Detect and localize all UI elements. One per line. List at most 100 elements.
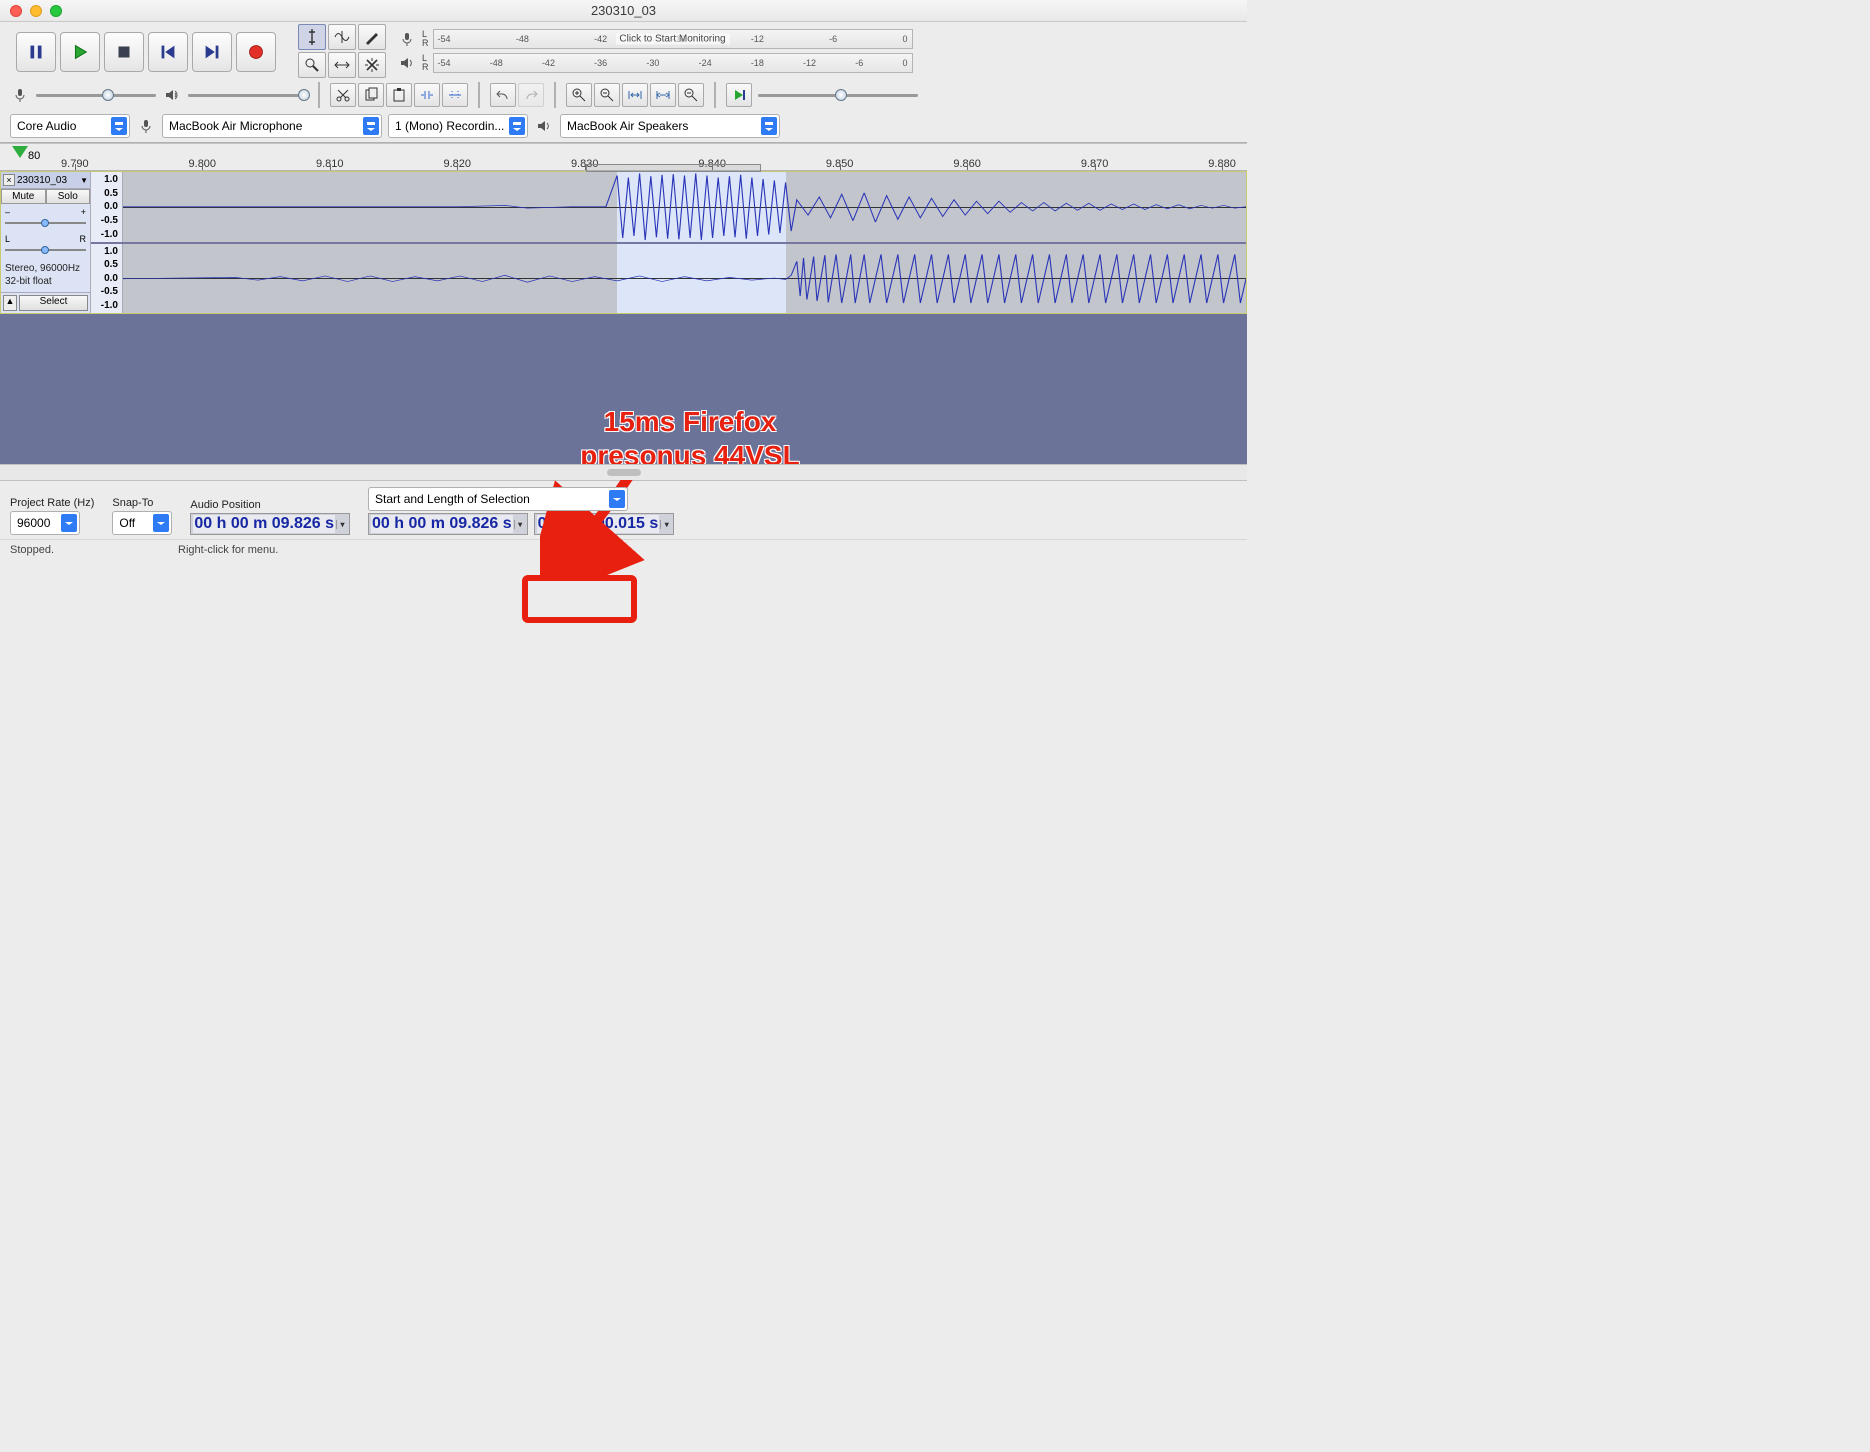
skip-end-button[interactable] <box>192 32 232 72</box>
selection-start-field[interactable]: 00 h 00 m 09.826 s▾ <box>368 513 528 535</box>
pause-button[interactable] <box>16 32 56 72</box>
track-format-info: Stereo, 96000Hz 32-bit float <box>1 258 90 292</box>
audio-host-select[interactable]: Core Audio <box>10 114 130 138</box>
waveform-right <box>123 244 1246 314</box>
amplitude-scale: 1.00.50.0-0.5-1.0 <box>91 244 123 314</box>
timeshift-tool[interactable] <box>328 52 356 78</box>
snap-to-select[interactable]: Off <box>112 511 172 535</box>
speaker-meter-icon <box>396 52 418 74</box>
playback-volume-slider[interactable] <box>188 86 308 104</box>
recording-channels-select[interactable]: 1 (Mono) Recordin... <box>388 114 528 138</box>
playback-meter[interactable]: -54 -48 -42 -36 -30 -24 -18 -12 -6 0 <box>433 53 913 73</box>
meter-tick: -36 <box>594 58 607 68</box>
pan-slider[interactable] <box>5 245 86 255</box>
zoom-in-button[interactable] <box>566 83 592 107</box>
track-control-panel[interactable]: × 230310_03 ▼ Mute Solo – + L R Stereo, 96… <box>1 172 91 313</box>
play-button[interactable] <box>60 32 100 72</box>
zoom-out-button[interactable] <box>594 83 620 107</box>
horizontal-scrollbar[interactable] <box>0 464 1247 480</box>
annotation-text: 15ms Firefox presonus 44VSL <box>500 405 880 473</box>
gain-minus-label: – <box>5 207 10 217</box>
speaker-lr-label: LR <box>422 54 429 72</box>
gain-slider[interactable] <box>5 218 86 228</box>
mic-lr-label: LR <box>422 30 429 48</box>
playback-speed-slider[interactable] <box>758 86 918 104</box>
draw-tool[interactable] <box>358 24 386 50</box>
paste-button[interactable] <box>386 83 412 107</box>
meter-tick: -48 <box>516 34 529 44</box>
skip-start-button[interactable] <box>148 32 188 72</box>
redo-button[interactable] <box>518 83 544 107</box>
status-text: Stopped. <box>10 544 54 556</box>
playback-device-select[interactable]: MacBook Air Speakers <box>560 114 780 138</box>
snap-to-value: Off <box>119 516 135 530</box>
recording-volume-slider[interactable] <box>36 86 156 104</box>
audio-position-label: Audio Position <box>190 499 350 511</box>
meter-tick: -18 <box>751 58 764 68</box>
playback-device-label: MacBook Air Speakers <box>567 119 688 133</box>
click-to-monitor[interactable]: Click to Start Monitoring <box>615 34 729 45</box>
silence-button[interactable] <box>442 83 468 107</box>
meter-tick: 0 <box>902 58 907 68</box>
play-at-speed-button[interactable] <box>726 83 752 107</box>
recording-device-select[interactable]: MacBook Air Microphone <box>162 114 382 138</box>
mic-meter-icon <box>396 28 418 50</box>
track-menu-icon[interactable]: ▼ <box>80 176 88 185</box>
window-title: 230310_03 <box>0 3 1247 18</box>
collapse-button[interactable]: ▲ <box>3 295 17 311</box>
pan-right-label: R <box>80 234 87 244</box>
zoom-toggle-button[interactable] <box>678 83 704 107</box>
meter-tick: -54 <box>438 34 451 44</box>
meter-tick: -42 <box>594 34 607 44</box>
timeline-ruler[interactable]: 9.7909.8009.8109.8209.8309.8409.8509.860… <box>0 143 1247 171</box>
multi-tool[interactable] <box>358 52 386 78</box>
snap-to-label: Snap-To <box>112 497 172 509</box>
track-name[interactable]: 230310_03 <box>17 175 78 186</box>
stop-button[interactable] <box>104 32 144 72</box>
meter-tick: -48 <box>490 58 503 68</box>
audio-position-field[interactable]: 00 h 00 m 09.826 s▾ <box>190 513 350 535</box>
selection-mode-label: Start and Length of Selection <box>375 492 530 506</box>
waveform-left <box>123 172 1246 242</box>
meter-tick: -24 <box>699 58 712 68</box>
record-button[interactable] <box>236 32 276 72</box>
selection-tool[interactable] <box>298 24 326 50</box>
mic-slider-icon <box>10 85 30 105</box>
meter-tick: 0 <box>902 34 907 44</box>
ruler-start-fragment: 80 <box>28 150 40 162</box>
trim-button[interactable] <box>414 83 440 107</box>
audio-host-label: Core Audio <box>17 119 76 133</box>
gain-plus-label: + <box>81 207 86 217</box>
mic-device-icon <box>136 116 156 136</box>
envelope-tool[interactable] <box>328 24 356 50</box>
solo-button[interactable]: Solo <box>46 189 91 204</box>
status-hint: Right-click for menu. <box>178 544 278 556</box>
annotation-highlight-box <box>522 575 637 623</box>
speaker-device-icon <box>534 116 554 136</box>
recording-device-label: MacBook Air Microphone <box>169 119 302 133</box>
mute-button[interactable]: Mute <box>1 189 46 204</box>
meter-tick: -12 <box>803 58 816 68</box>
meter-tick: -6 <box>855 58 863 68</box>
project-rate-value: 96000 <box>17 516 50 530</box>
meter-tick: -30 <box>646 58 659 68</box>
selection-mode-select[interactable]: Start and Length of Selection <box>368 487 628 511</box>
copy-button[interactable] <box>358 83 384 107</box>
track-select-button[interactable]: Select <box>19 295 88 311</box>
waveform-channel-right[interactable]: 1.00.50.0-0.5-1.0 <box>91 244 1246 314</box>
waveform-channel-left[interactable]: 1.00.50.0-0.5-1.0 <box>91 172 1246 244</box>
track-close-button[interactable]: × <box>3 174 15 186</box>
project-rate-select[interactable]: 96000 <box>10 511 80 535</box>
speaker-slider-icon <box>162 85 182 105</box>
pan-left-label: L <box>5 234 10 244</box>
fit-selection-button[interactable] <box>622 83 648 107</box>
meter-tick: -12 <box>751 34 764 44</box>
meter-tick: -6 <box>829 34 837 44</box>
project-rate-label: Project Rate (Hz) <box>10 497 94 509</box>
cut-button[interactable] <box>330 83 356 107</box>
meter-tick: -42 <box>542 58 555 68</box>
mic-meter[interactable]: -54 -48 -42 Click to Start Monitoring -1… <box>433 29 913 49</box>
zoom-tool[interactable] <box>298 52 326 78</box>
undo-button[interactable] <box>490 83 516 107</box>
fit-project-button[interactable] <box>650 83 676 107</box>
